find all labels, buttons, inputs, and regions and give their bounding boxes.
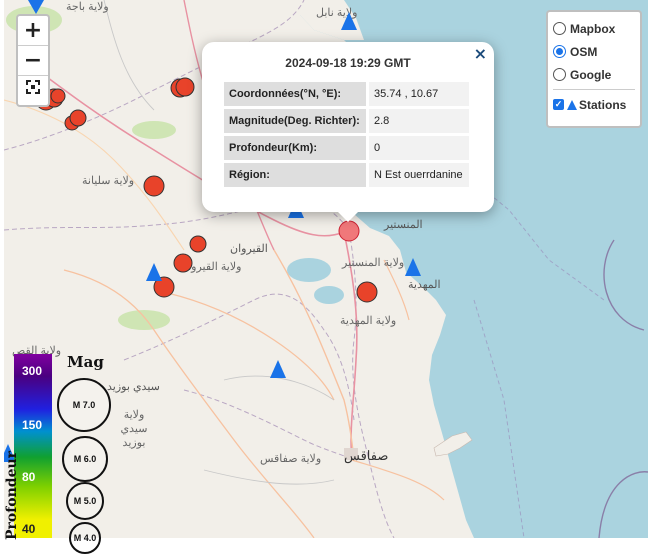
detail-value: N Est ouerrdanine xyxy=(369,163,469,187)
table-row: Magnitude(Deg. Richter): 2.8 xyxy=(224,109,469,133)
depth-tick-label: 80 xyxy=(22,470,36,484)
detail-value: 35.74 , 10.67 xyxy=(369,82,469,106)
basemap-option-google[interactable]: Google xyxy=(548,63,640,86)
zoom-control: + − xyxy=(16,14,50,107)
zoom-out-button[interactable]: − xyxy=(18,46,48,76)
magnitude-label: M 5.0 xyxy=(73,496,97,506)
event-popup: × 2024-09-18 19:29 GMT Coordonnées(°N, °… xyxy=(202,42,494,222)
station-marker[interactable] xyxy=(28,0,44,14)
checkbox-icon[interactable]: ✓ xyxy=(553,99,564,110)
fullscreen-icon xyxy=(26,80,40,94)
radio-icon[interactable] xyxy=(553,22,566,35)
detail-label: Magnitude(Deg. Richter): xyxy=(224,109,366,133)
depth-tick-label: 40 xyxy=(22,522,36,536)
overlay-label: Stations xyxy=(579,97,627,112)
depth-tick-label: 300 xyxy=(22,364,43,378)
table-row: Profondeur(Km): 0 xyxy=(224,136,469,160)
basemap-option-label: Google xyxy=(570,67,612,82)
station-marker[interactable] xyxy=(270,360,286,378)
event-details-table: Coordonnées(°N, °E): 35.74 , 10.67 Magni… xyxy=(221,79,472,190)
basemap-option-label: OSM xyxy=(570,44,598,59)
station-marker[interactable] xyxy=(341,12,357,30)
magnitude-circle: M 5.0 xyxy=(66,482,104,520)
basemap-option-label: Mapbox xyxy=(570,21,616,36)
station-marker[interactable] xyxy=(146,263,162,281)
detail-value: 0 xyxy=(369,136,469,160)
layer-control: Mapbox OSM Google ✓ Stations xyxy=(546,10,642,128)
magnitude-label: M 4.0 xyxy=(73,533,97,543)
basemap-option-mapbox[interactable]: Mapbox xyxy=(548,17,640,40)
magnitude-label: M 7.0 xyxy=(72,400,96,410)
table-row: Coordonnées(°N, °E): 35.74 , 10.67 xyxy=(224,82,469,106)
overlay-stations-toggle[interactable]: ✓ Stations xyxy=(548,93,640,116)
popup-close-button[interactable]: × xyxy=(474,44,487,63)
depth-axis-title: Profondeur xyxy=(4,450,20,540)
radio-icon[interactable] xyxy=(553,45,566,58)
magnitude-legend-title: Mag xyxy=(67,353,104,371)
divider xyxy=(553,89,635,90)
depth-legend: 300 150 80 40 Profondeur xyxy=(0,352,56,540)
magnitude-label: M 6.0 xyxy=(73,454,97,464)
magnitude-circle: M 7.0 xyxy=(57,378,111,432)
table-row: Région: N Est ouerrdanine xyxy=(224,163,469,187)
detail-label: Coordonnées(°N, °E): xyxy=(224,82,366,106)
detail-label: Région: xyxy=(224,163,366,187)
magnitude-legend: Mag M 7.0 M 6.0 M 5.0 M 4.0 xyxy=(54,352,124,554)
depth-tick-label: 150 xyxy=(22,418,43,432)
station-marker[interactable] xyxy=(405,258,421,276)
magnitude-circle: M 4.0 xyxy=(69,522,101,554)
radio-icon[interactable] xyxy=(553,68,566,81)
zoom-in-button[interactable]: + xyxy=(18,16,48,46)
fullscreen-button[interactable] xyxy=(18,76,48,105)
magnitude-circle: M 6.0 xyxy=(62,436,108,482)
station-triangle-icon xyxy=(567,99,577,110)
basemap-option-osm[interactable]: OSM xyxy=(548,40,640,63)
detail-value: 2.8 xyxy=(369,109,469,133)
popup-title: 2024-09-18 19:29 GMT xyxy=(285,56,411,70)
detail-label: Profondeur(Km): xyxy=(224,136,366,160)
